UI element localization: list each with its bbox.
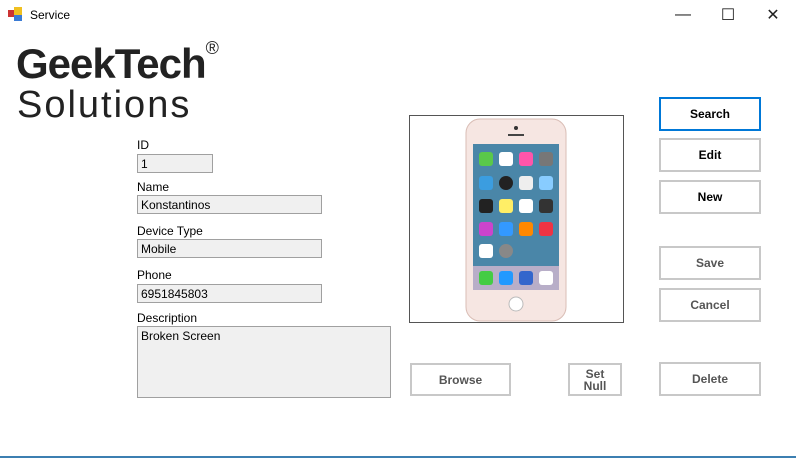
maximize-button[interactable]: ☐ xyxy=(705,0,751,30)
name-label: Name xyxy=(137,180,170,194)
id-field[interactable]: 1 xyxy=(137,154,213,173)
browse-button[interactable]: Browse xyxy=(410,363,511,396)
edit-button[interactable]: Edit xyxy=(659,138,761,172)
id-label: ID xyxy=(137,138,149,152)
new-button[interactable]: New xyxy=(659,180,761,214)
phone-field[interactable]: 6951845803 xyxy=(137,284,322,303)
device-type-label: Device Type xyxy=(137,224,203,238)
device-type-field[interactable]: Mobile xyxy=(137,239,322,258)
delete-button[interactable]: Delete xyxy=(659,362,761,396)
save-button[interactable]: Save xyxy=(659,246,761,280)
description-textarea[interactable]: Broken Screen xyxy=(137,326,391,398)
phone-image xyxy=(465,118,567,322)
phone-label: Phone xyxy=(137,268,172,282)
search-button[interactable]: Search xyxy=(659,97,761,131)
logo-line1: GeekTech xyxy=(16,40,207,87)
set-null-button[interactable]: Set Null xyxy=(568,363,622,396)
logo-solutions: Solutions xyxy=(17,84,192,126)
description-label: Description xyxy=(137,311,198,325)
window-title: Service xyxy=(30,8,71,22)
app-icon xyxy=(8,7,23,21)
minimize-button[interactable]: — xyxy=(660,0,706,30)
device-picture xyxy=(409,115,624,323)
cancel-button[interactable]: Cancel xyxy=(659,288,761,322)
close-button[interactable]: ✕ xyxy=(750,0,796,30)
name-field[interactable]: Konstantinos xyxy=(137,195,322,214)
logo-geektech: GeekTech® xyxy=(16,38,219,88)
registered-mark: ® xyxy=(205,38,219,58)
